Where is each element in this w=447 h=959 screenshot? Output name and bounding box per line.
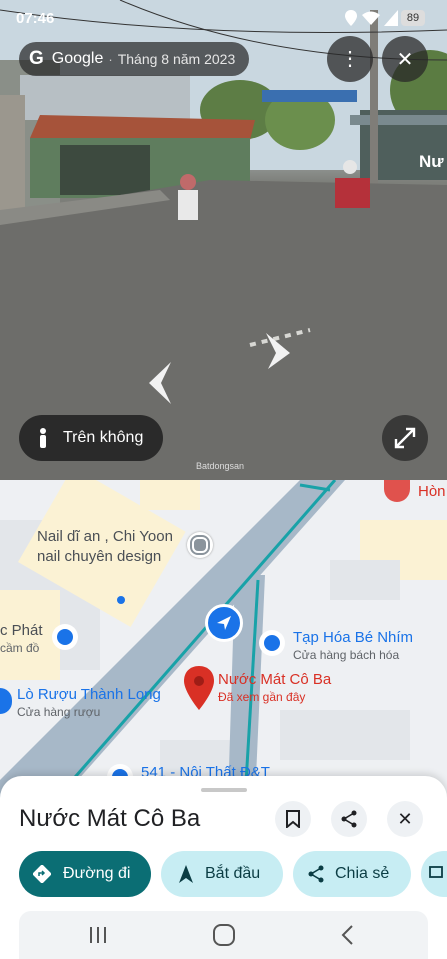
system-nav-bar bbox=[19, 911, 428, 959]
selected-place-pin[interactable] bbox=[184, 666, 214, 715]
bookmark-icon bbox=[286, 810, 300, 828]
share-button-top[interactable] bbox=[331, 801, 367, 837]
close-icon: ✕ bbox=[396, 48, 414, 71]
close-sheet-button[interactable]: ✕ bbox=[387, 801, 423, 837]
poi-name: Lò Rượu Thành Long bbox=[17, 686, 161, 703]
street-sign-text: Nư bbox=[419, 152, 444, 171]
expand-icon bbox=[394, 427, 416, 449]
google-g-icon: G bbox=[29, 48, 44, 69]
poi-name: Nail dĩ an , Chi Yoon bbox=[37, 528, 173, 545]
poi-cam-do[interactable]: c Phát cầm đồ bbox=[0, 622, 43, 655]
aerial-view-button[interactable]: Trên không bbox=[19, 415, 164, 461]
street-view-header: G Google · Tháng 8 năm 2023 bbox=[19, 42, 250, 76]
poi-sub: Cửa hàng bách hóa bbox=[293, 648, 400, 662]
close-icon: ✕ bbox=[397, 808, 413, 829]
share-icon bbox=[340, 810, 358, 828]
street-view-date: Tháng 8 năm 2023 bbox=[117, 51, 236, 67]
location-icon bbox=[345, 10, 357, 30]
navigation-arrow-icon bbox=[179, 865, 193, 883]
nail-marker-icon[interactable] bbox=[187, 532, 213, 558]
map-view[interactable]: Hòn Nail dĩ an , Chi Yoon nail chuyên de… bbox=[0, 480, 447, 800]
poi-hon[interactable]: Hòn bbox=[384, 480, 446, 502]
poi-name-line2: nail chuyên design bbox=[37, 548, 162, 565]
watermark: Batdongsan bbox=[196, 461, 245, 471]
directions-label: Đường đi bbox=[63, 865, 131, 882]
directions-button[interactable]: Đường đi bbox=[19, 851, 151, 897]
pin-icon bbox=[384, 480, 410, 502]
poi-nail[interactable]: Nail dĩ an , Chi Yoon nail chuyên design bbox=[37, 528, 173, 565]
signal-icon bbox=[384, 10, 398, 30]
shopping-bag-icon[interactable] bbox=[259, 630, 285, 656]
status-bar: 07:46 89 bbox=[0, 0, 447, 38]
place-title: Nước Mát Cô Ba bbox=[19, 805, 201, 832]
poi-name: c Phát bbox=[0, 622, 43, 639]
save-button[interactable] bbox=[275, 801, 311, 837]
poi-tap-hoa[interactable]: Tạp Hóa Bé Nhím Cửa hàng bách hóa bbox=[293, 629, 413, 662]
back-icon[interactable] bbox=[340, 924, 354, 951]
aerial-view-label: Trên không bbox=[63, 429, 144, 446]
person-icon bbox=[37, 428, 49, 448]
wifi-icon bbox=[362, 10, 380, 30]
more-vert-icon: ⋮ bbox=[340, 48, 360, 70]
share-label: Chia sẻ bbox=[335, 865, 390, 882]
poi-name: Hòn bbox=[418, 482, 446, 500]
poi-sub: Cửa hàng rượu bbox=[17, 705, 101, 719]
share-icon bbox=[307, 865, 325, 883]
street-view-panel[interactable]: 07:46 89 G Google · Tháng 8 năm 2023 ⋮ ✕… bbox=[0, 0, 447, 480]
directions-icon bbox=[33, 865, 51, 883]
start-label: Bắt đầu bbox=[205, 865, 261, 882]
poi-lo-ruou[interactable]: Lò Rượu Thành Long Cửa hàng rượu bbox=[17, 686, 161, 719]
start-button[interactable]: Bắt đầu bbox=[161, 851, 283, 897]
recent-apps-icon[interactable] bbox=[88, 925, 108, 950]
street-view-brand: Google bbox=[51, 50, 104, 67]
close-street-view-button[interactable]: ✕ bbox=[382, 36, 428, 82]
navigate-forward-arrow[interactable] bbox=[262, 333, 292, 376]
poi-sub: cầm đồ bbox=[0, 641, 40, 655]
place-bottom-sheet[interactable]: Nước Mát Cô Ba ✕ Đường đi Bắt đầu Chia s… bbox=[0, 776, 447, 959]
my-location-icon[interactable] bbox=[205, 604, 243, 642]
poi-sub: Đã xem gần đây bbox=[218, 690, 306, 704]
more-actions-chip[interactable] bbox=[421, 851, 447, 897]
poi-name: Nước Mát Cô Ba bbox=[218, 671, 332, 688]
status-time: 07:46 bbox=[16, 10, 55, 27]
poi-nuoc-mat[interactable]: Nước Mát Cô Ba Đã xem gần đây bbox=[218, 671, 331, 704]
fullscreen-button[interactable] bbox=[382, 415, 428, 461]
navigate-back-arrow[interactable] bbox=[143, 362, 177, 409]
drag-handle[interactable] bbox=[201, 788, 247, 792]
share-button[interactable]: Chia sẻ bbox=[293, 851, 411, 897]
poi-name: Tạp Hóa Bé Nhím bbox=[293, 629, 414, 646]
shopping-bag-icon[interactable] bbox=[52, 624, 78, 650]
home-icon[interactable] bbox=[212, 923, 236, 952]
more-options-button[interactable]: ⋮ bbox=[327, 36, 373, 82]
comment-icon bbox=[429, 866, 443, 882]
battery-indicator: 89 bbox=[401, 10, 425, 26]
